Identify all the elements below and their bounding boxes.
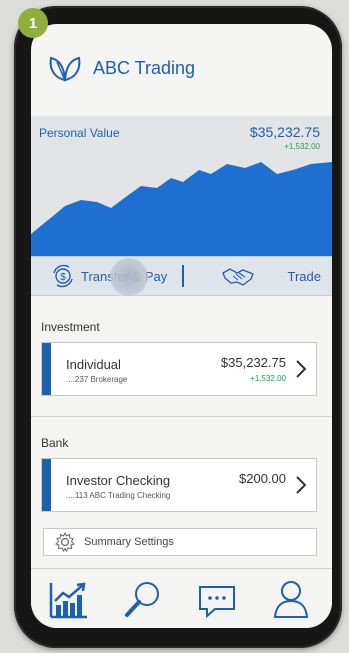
- section-divider: [31, 416, 332, 417]
- account-name: Individual: [66, 357, 121, 372]
- quick-actions-bar: $ Transfer & Pay Trade: [31, 256, 332, 296]
- account-accent-bar: [42, 459, 51, 511]
- trade-button[interactable]: Trade: [221, 263, 321, 289]
- bottom-tab-bar: [31, 568, 332, 628]
- gear-icon: [55, 531, 75, 553]
- personal-value-label: Personal Value: [39, 126, 120, 140]
- screenshot-stage: 1 ABC Trading Personal Value $35,232.75 …: [0, 0, 349, 653]
- account-balance: $200.00: [239, 471, 286, 486]
- account-accent-bar: [42, 343, 51, 395]
- personal-value-amount: $35,232.75: [249, 124, 320, 140]
- trade-label: Trade: [287, 268, 321, 284]
- investor-checking-card[interactable]: Investor Checking ....113 ABC Trading Ch…: [41, 458, 317, 512]
- value-area-series: [31, 162, 332, 256]
- account-number: ....237 Brokerage: [66, 375, 128, 384]
- step-number-badge: 1: [18, 8, 48, 38]
- account-balance: $35,232.75: [220, 355, 286, 370]
- account-name: Investor Checking: [66, 473, 171, 488]
- app-screen: ABC Trading Personal Value $35,232.75 +1…: [31, 24, 332, 628]
- summary-settings-button[interactable]: Summary Settings: [43, 528, 317, 556]
- individual-account-card[interactable]: Individual ....237 Brokerage $35,232.75 …: [41, 342, 317, 396]
- bank-section-title: Bank: [41, 436, 69, 450]
- search-icon[interactable]: [121, 577, 165, 621]
- message-icon[interactable]: [195, 577, 239, 621]
- profile-icon[interactable]: [269, 577, 313, 621]
- action-divider: [182, 265, 184, 287]
- personal-value-change: +1,532.00: [284, 142, 320, 151]
- touch-indicator: [110, 258, 148, 296]
- leaf-logo-icon: [49, 56, 81, 82]
- summary-settings-label: Summary Settings: [84, 536, 174, 548]
- account-change: +1,532.00: [250, 374, 286, 383]
- chevron-right-icon: [296, 476, 307, 494]
- app-title: ABC Trading: [93, 58, 196, 78]
- account-number: ....113 ABC Trading Checking: [66, 491, 171, 500]
- investment-section-title: Investment: [41, 320, 100, 334]
- dollar-exchange-icon: $: [53, 264, 73, 288]
- svg-text:$: $: [60, 272, 66, 283]
- handshake-icon: [222, 268, 254, 286]
- chevron-right-icon: [296, 360, 307, 378]
- chart-growth-icon[interactable]: [47, 577, 91, 621]
- personal-value-chart[interactable]: Personal Value $35,232.75 +1,532.00: [31, 116, 332, 256]
